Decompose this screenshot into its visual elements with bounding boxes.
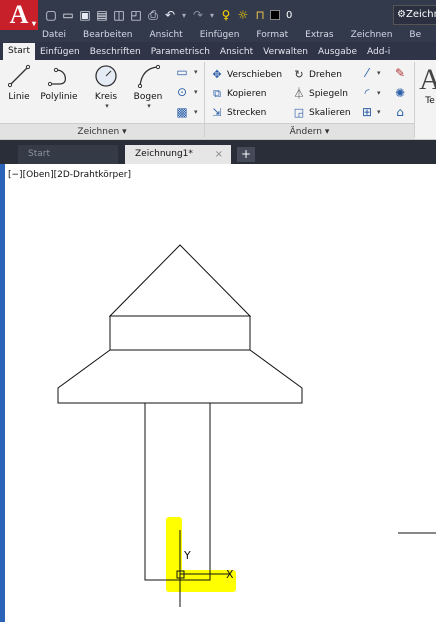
middle-rectangle[interactable] — [109, 315, 251, 351]
ucs-y-label: Y — [183, 549, 191, 562]
autocad-window: A▾ ▢ ▭ ▣ ▤ ◫ ◰ ⎙ ↶ ▾ ↷ ▾ ♀ ☼ ⊓ 0 ⚙Zeichn… — [0, 0, 436, 622]
cap-trapezoid[interactable] — [57, 349, 303, 404]
ucs-icon — [176, 530, 230, 607]
ucs-x-label: X — [226, 568, 234, 581]
roof-triangle[interactable] — [108, 244, 252, 317]
drawing-geometry: Y X — [57, 244, 436, 607]
